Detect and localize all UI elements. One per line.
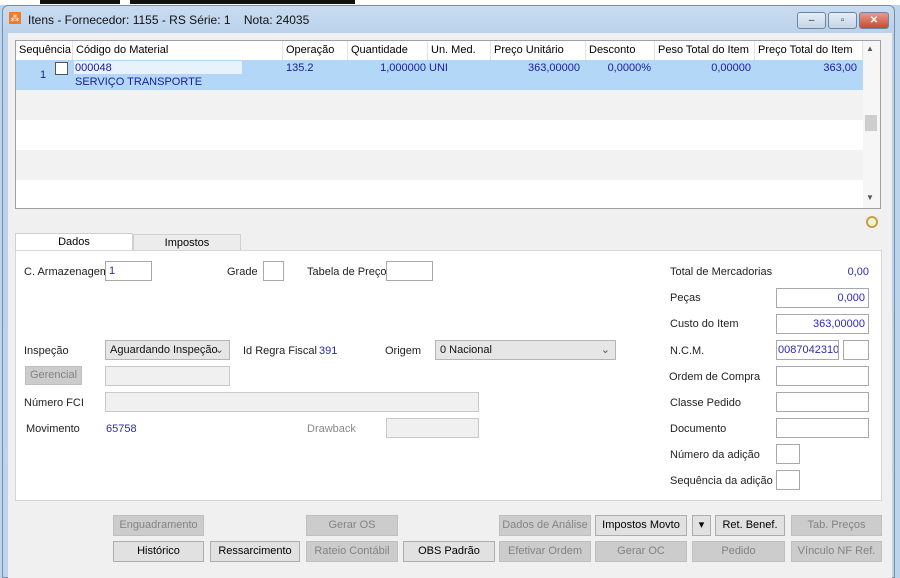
items-grid: Sequência Código do Material Operação Qu… bbox=[15, 40, 881, 209]
dados-analise-button[interactable]: Dados de Análise bbox=[499, 515, 591, 536]
app-icon: ⁂ bbox=[9, 12, 21, 24]
ncm-input[interactable]: 0087042310 bbox=[776, 340, 839, 360]
col-peso-total[interactable]: Peso Total do Item bbox=[655, 41, 755, 60]
c-armazenagem-label: C. Armazenagem bbox=[24, 266, 109, 278]
scroll-down-arrow[interactable]: ▼ bbox=[866, 193, 874, 202]
empty-row bbox=[16, 90, 863, 120]
row-checkbox[interactable] bbox=[55, 62, 68, 75]
custo-item-input[interactable]: 363,00000 bbox=[776, 314, 869, 334]
close-button[interactable]: ✕ bbox=[859, 12, 889, 29]
tabela-preco-input[interactable] bbox=[386, 261, 433, 281]
ncm-ext-input[interactable] bbox=[843, 340, 869, 360]
grade-input[interactable] bbox=[263, 261, 284, 281]
total-mercadorias-label: Total de Mercadorias bbox=[670, 266, 773, 278]
col-preco-unitario[interactable]: Preço Unitário bbox=[491, 41, 586, 60]
numero-adicao-label: Número da adição bbox=[670, 449, 760, 461]
tabela-preco-label: Tabela de Preço bbox=[307, 266, 387, 278]
vertical-scrollbar[interactable]: ▲ ▼ bbox=[863, 41, 880, 208]
cell-peso-total: 0,00000 bbox=[711, 62, 751, 74]
drawback-input[interactable] bbox=[386, 418, 479, 438]
cell-quantidade: 1,000000 bbox=[380, 62, 426, 74]
id-regra-value: 391 bbox=[319, 345, 338, 357]
classe-pedido-input[interactable] bbox=[776, 392, 869, 412]
drawback-label: Drawback bbox=[307, 423, 356, 435]
efetivar-ordem-button[interactable]: Efetivar Ordem bbox=[499, 541, 591, 562]
col-un-med[interactable]: Un. Med. bbox=[428, 41, 491, 60]
sequencia-adicao-label: Sequência da adição bbox=[670, 475, 773, 487]
origem-label: Origem bbox=[385, 345, 422, 357]
pedido-button[interactable]: Pedido bbox=[692, 541, 785, 562]
maximize-button[interactable]: ▫ bbox=[828, 12, 857, 29]
obs-padrao-button[interactable]: OBS Padrão bbox=[403, 541, 495, 562]
rateio-contabil-button[interactable]: Rateio Contábil bbox=[306, 541, 398, 562]
cell-codigo[interactable]: 000048 bbox=[75, 62, 112, 74]
cell-preco-total: 363,00 bbox=[823, 62, 857, 74]
cell-desconto: 0,0000% bbox=[607, 62, 651, 74]
nota-text: Nota: 24035 bbox=[243, 13, 310, 27]
sequencia-adicao-input[interactable] bbox=[776, 470, 800, 490]
cell-un-med: UNI bbox=[429, 62, 448, 74]
origem-value: 0 Nacional bbox=[440, 344, 492, 356]
vinculo-nf-button[interactable]: Vínculo NF Ref. bbox=[791, 541, 882, 562]
id-regra-label: Id Regra Fiscal bbox=[243, 345, 317, 357]
col-desconto[interactable]: Desconto bbox=[586, 41, 655, 60]
numero-fci-label: Número FCI bbox=[24, 397, 84, 409]
zoom-search-icon[interactable] bbox=[866, 216, 878, 228]
ordem-compra-input[interactable] bbox=[776, 366, 869, 386]
c-armazenagem-input[interactable]: 1 bbox=[105, 261, 152, 281]
cell-sequencia: 1 bbox=[40, 69, 47, 81]
ordem-compra-label: Ordem de Compra bbox=[669, 371, 761, 383]
pecas-label: Peças bbox=[670, 292, 701, 304]
documento-input[interactable] bbox=[776, 418, 869, 438]
impostos-movto-button[interactable]: Impostos Movto bbox=[595, 515, 687, 536]
pecas-input[interactable]: 0,000 bbox=[776, 288, 869, 308]
numero-fci-input[interactable] bbox=[105, 392, 479, 412]
ressarcimento-button[interactable]: Ressarcimento bbox=[210, 541, 300, 562]
scroll-thumb[interactable] bbox=[865, 115, 877, 131]
cell-operacao: 135.2 bbox=[286, 62, 314, 74]
gerencial-button[interactable]: Gerencial bbox=[25, 366, 82, 385]
inspecao-select[interactable]: Aguardando Inspeção ⌄ bbox=[105, 340, 230, 360]
total-mercadorias-value: 0,00 bbox=[847, 266, 869, 278]
inspecao-value: Aguardando Inspeção bbox=[110, 344, 218, 356]
table-row[interactable]: 1 000048 SERVIÇO TRANSPORTE 135.2 1,0000… bbox=[16, 60, 863, 90]
col-preco-total[interactable]: Preço Total do Item bbox=[755, 41, 863, 60]
movimento-label: Movimento bbox=[26, 423, 80, 435]
title-text: Itens - Fornecedor: 1155 - RS Série: 1 bbox=[28, 13, 231, 27]
cell-descricao: SERVIÇO TRANSPORTE bbox=[75, 76, 203, 88]
tab-precos-button[interactable]: Tab. Preços bbox=[791, 515, 882, 536]
inspecao-label: Inspeção bbox=[24, 345, 69, 357]
historico-button[interactable]: Histórico bbox=[113, 541, 204, 562]
documento-label: Documento bbox=[670, 423, 727, 435]
chevron-down-icon: ⌄ bbox=[600, 344, 610, 356]
chevron-down-icon: ⌄ bbox=[214, 344, 224, 356]
numero-adicao-input[interactable] bbox=[776, 444, 800, 464]
ncm-label: N.C.M. bbox=[670, 345, 705, 357]
minimize-button[interactable]: – bbox=[797, 12, 826, 29]
grade-label: Grade bbox=[227, 266, 258, 278]
col-codigo[interactable]: Código do Material bbox=[73, 41, 283, 60]
empty-row bbox=[16, 150, 863, 180]
scroll-up-arrow[interactable]: ▲ bbox=[866, 44, 874, 53]
impostos-dropdown-button[interactable]: ▾ bbox=[692, 515, 711, 536]
custo-item-label: Custo do Item bbox=[670, 318, 739, 330]
col-sequencia[interactable]: Sequência bbox=[16, 41, 73, 60]
classe-pedido-label: Classe Pedido bbox=[670, 397, 741, 409]
origem-select[interactable]: 0 Nacional ⌄ bbox=[435, 340, 616, 360]
col-operacao[interactable]: Operação bbox=[283, 41, 348, 60]
movimento-value: 65758 bbox=[106, 423, 137, 435]
window-title: Itens - Fornecedor: 1155 - RS Série: 1 N… bbox=[28, 13, 309, 27]
col-quantidade[interactable]: Quantidade bbox=[348, 41, 428, 60]
ret-benef-button[interactable]: Ret. Benef. bbox=[715, 515, 785, 536]
enquadramento-button[interactable]: Enguadramento bbox=[113, 515, 204, 536]
cell-preco-unitario: 363,00000 bbox=[528, 62, 580, 74]
gerar-os-button[interactable]: Gerar OS bbox=[306, 515, 398, 536]
gerencial-input[interactable] bbox=[105, 366, 230, 386]
gerar-oc-button[interactable]: Gerar OC bbox=[595, 541, 687, 562]
